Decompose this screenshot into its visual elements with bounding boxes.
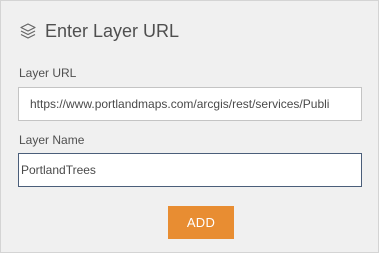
layers-icon <box>19 22 37 40</box>
layer-url-input[interactable] <box>18 87 362 121</box>
layer-url-label: Layer URL <box>19 66 77 80</box>
layer-name-input[interactable] <box>18 153 362 187</box>
layer-name-label: Layer Name <box>19 133 85 147</box>
dialog-header: Enter Layer URL <box>19 19 179 43</box>
dialog-title: Enter Layer URL <box>45 21 180 41</box>
add-layer-panel: Enter Layer URL Layer URL Layer Name ADD <box>0 0 379 253</box>
add-button[interactable]: ADD <box>168 206 234 239</box>
